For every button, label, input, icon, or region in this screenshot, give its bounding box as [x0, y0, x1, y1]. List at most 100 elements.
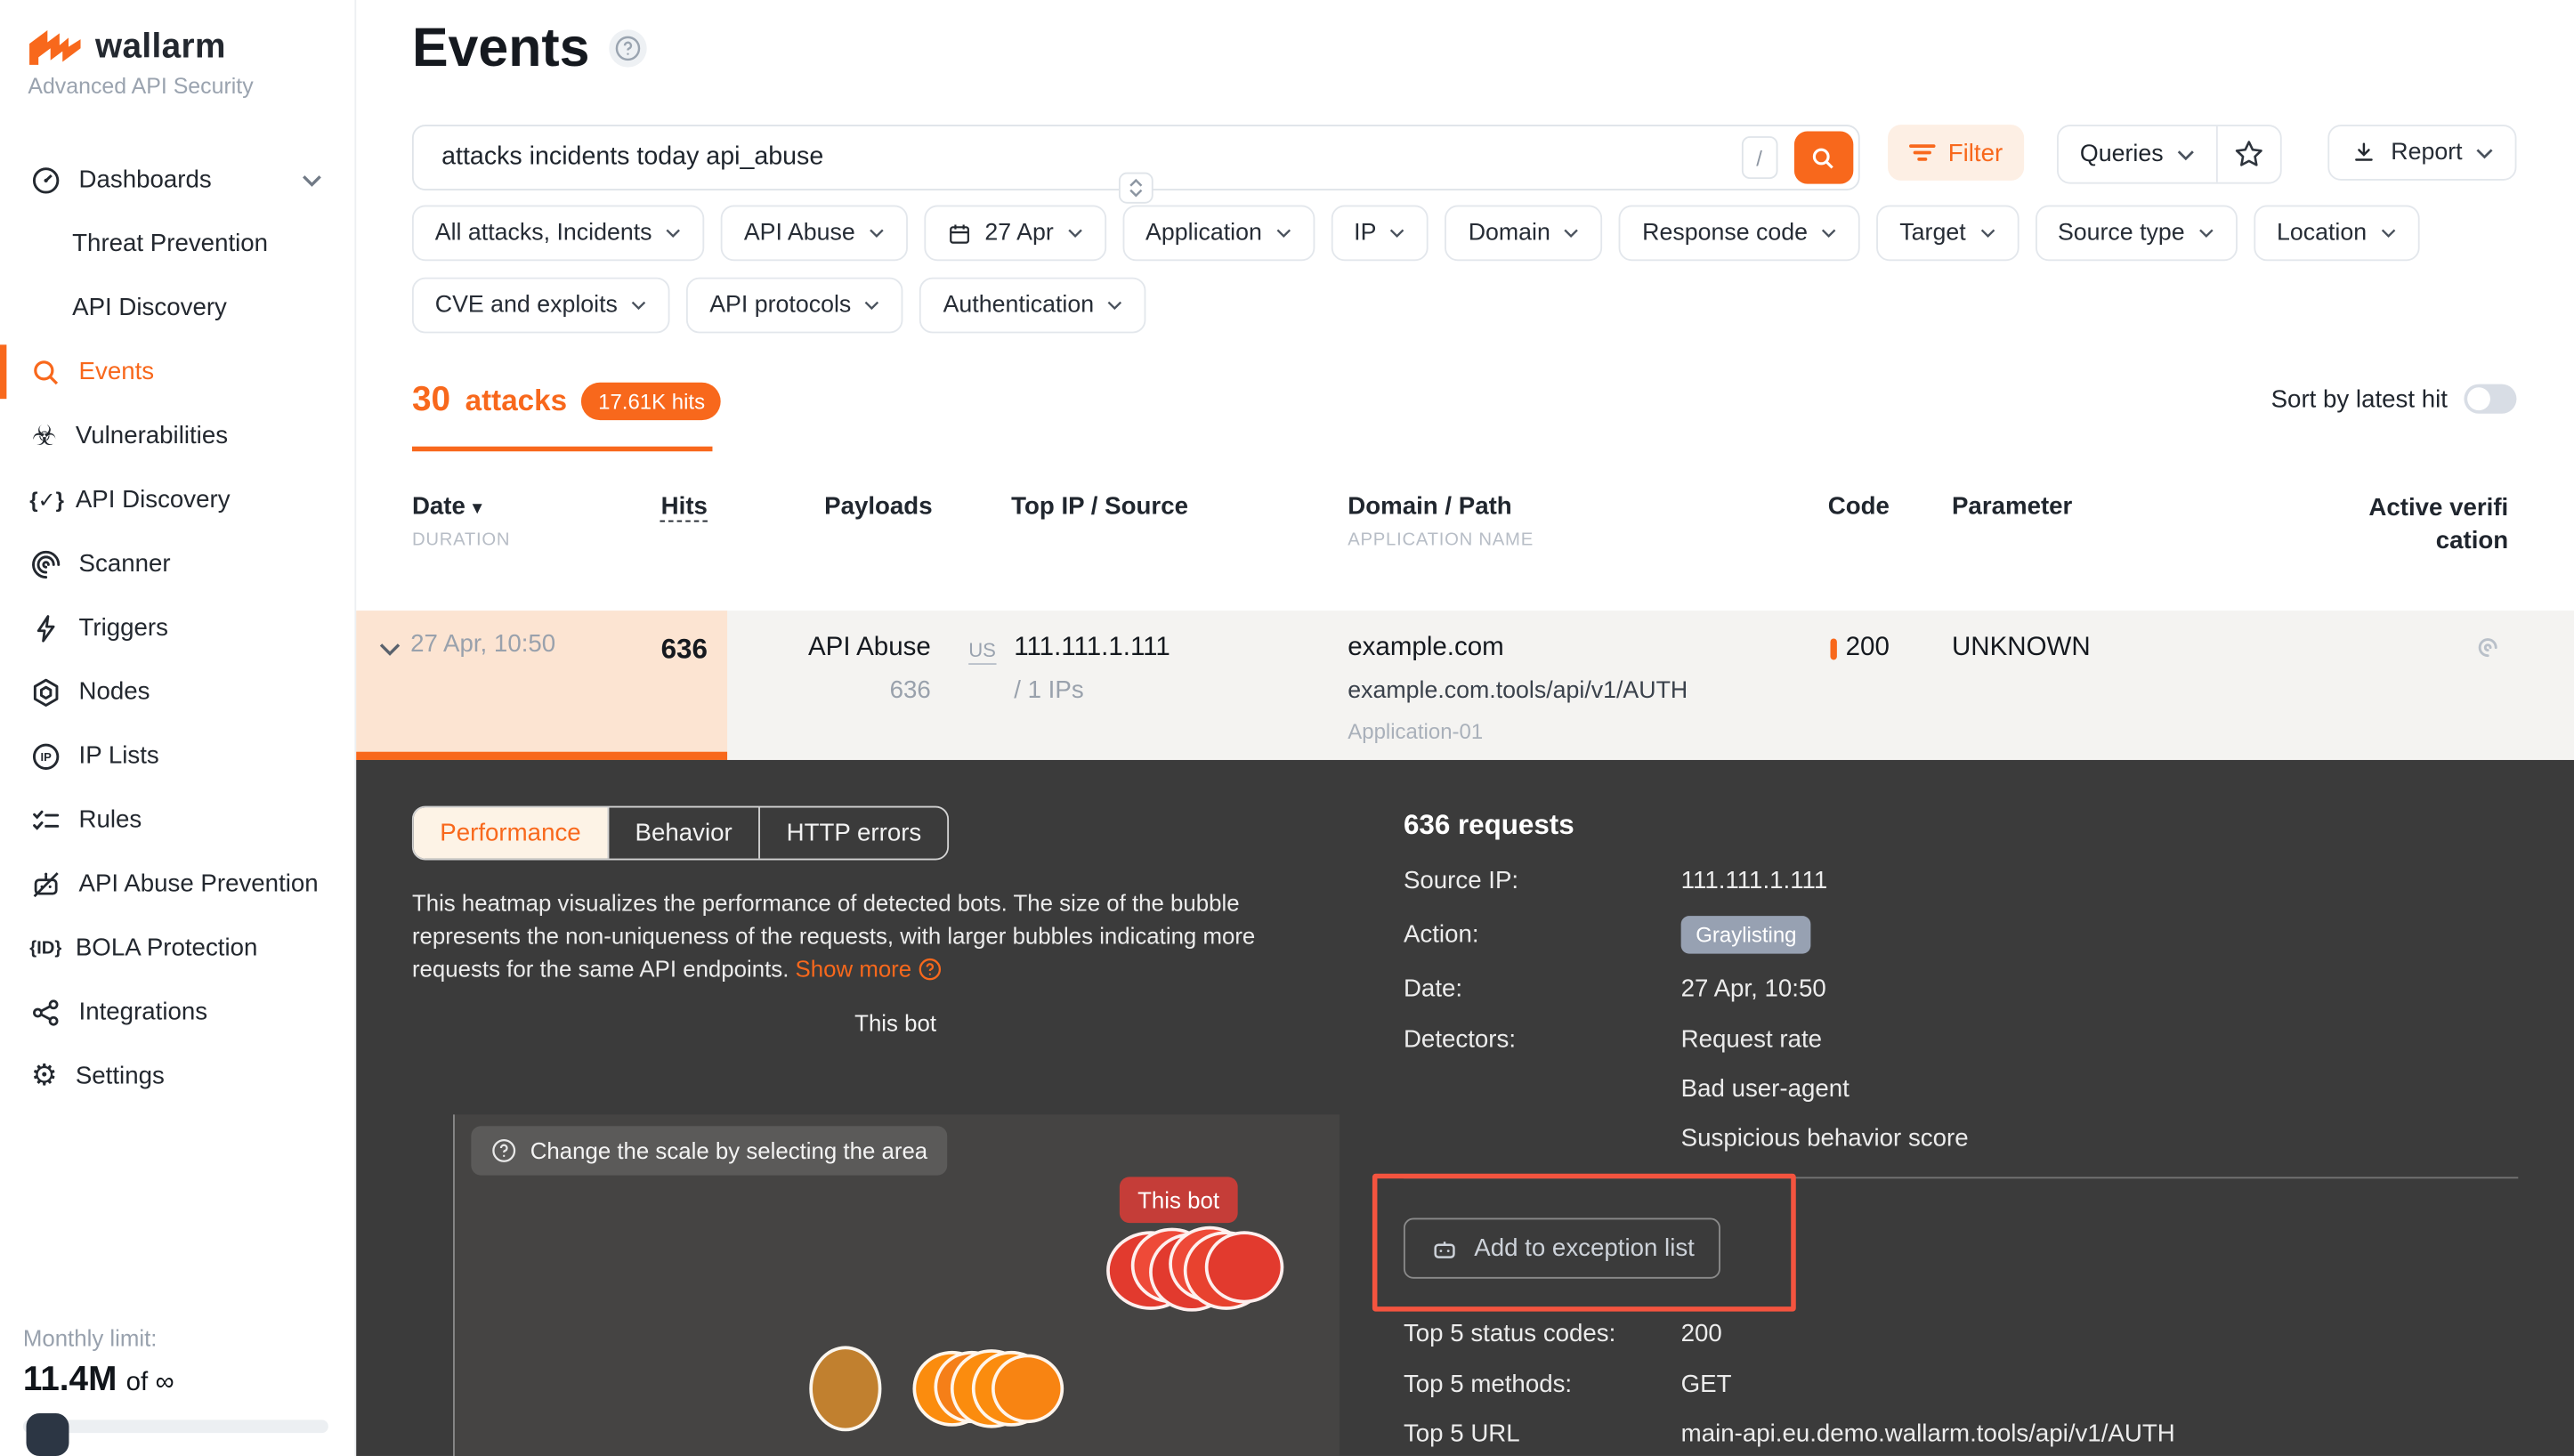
row-ip-sub: / 1 IPs [1014, 676, 1170, 704]
row-path[interactable]: example.com.tools/api/v1/AUTH [1348, 678, 1797, 705]
chip-authentication[interactable]: Authentication [920, 278, 1146, 334]
sidebar-item-rules[interactable]: Rules [0, 788, 354, 852]
sidebar-item-bola-protection[interactable]: {ID} BOLA Protection [0, 916, 354, 980]
row-domain[interactable]: example.com [1348, 634, 1797, 663]
sidebar-item-label: BOLA Protection [76, 934, 258, 961]
chip-cve[interactable]: CVE and exploits [412, 278, 670, 334]
chip-target[interactable]: Target [1876, 206, 2018, 262]
column-header-date[interactable]: Date ▾ [412, 492, 510, 520]
row-active-verification-cell[interactable] [2364, 611, 2508, 760]
queries-button[interactable]: Queries [2059, 126, 2216, 182]
tab-performance[interactable]: Performance [414, 807, 609, 858]
calendar-icon [947, 221, 972, 246]
add-to-exception-list-label: Add to exception list [1474, 1234, 1695, 1262]
sidebar-item-ip-lists[interactable]: IP IP Lists [0, 724, 354, 788]
search-input[interactable] [438, 142, 1724, 174]
row-code-cell: 200 [1798, 611, 1913, 760]
attacks-word: attacks [465, 384, 567, 418]
chip-response-code[interactable]: Response code [1619, 206, 1860, 262]
heatmap[interactable]: Change the scale by selecting the area T… [453, 1114, 1340, 1456]
help-icon[interactable] [919, 957, 943, 982]
brand-logo[interactable]: wallarm [28, 27, 354, 68]
report-button[interactable]: Report [2328, 125, 2516, 181]
chevron-down-icon [665, 228, 681, 238]
sidebar-item-label: Rules [79, 806, 142, 834]
filter-button[interactable]: Filter [1888, 125, 2025, 181]
search-box: / [412, 125, 1859, 190]
column-subheader-duration: DURATION [412, 530, 510, 550]
chip-source-type[interactable]: Source type [2035, 206, 2238, 262]
chip-label: 27 Apr [984, 220, 1053, 247]
stat-row: Top 5 status codes: 200 [1404, 1320, 2518, 1347]
sidebar-item-label: Triggers [79, 614, 168, 642]
tab-http-errors[interactable]: HTTP errors [760, 807, 948, 858]
chip-label: CVE and exploits [435, 292, 618, 319]
event-detail-panel: Performance Behavior HTTP errors This he… [356, 760, 2574, 1456]
filter-icon [1908, 142, 1935, 162]
heatmap-bubble[interactable] [1205, 1231, 1284, 1303]
sidebar-item-threat-prevention[interactable]: Threat Prevention [0, 212, 354, 276]
column-header-parameter: Parameter [1913, 492, 2364, 556]
chip-api-abuse[interactable]: API Abuse [721, 206, 908, 262]
avatar[interactable] [27, 1413, 69, 1456]
sidebar-item-api-discovery[interactable]: {✓} API Discovery [0, 468, 354, 532]
favorite-star-button[interactable] [2216, 126, 2281, 182]
sidebar-item-integrations[interactable]: Integrations [0, 980, 354, 1044]
column-header-hits[interactable]: Hits [661, 492, 708, 556]
heatmap-tooltip-text: Change the scale by selecting the area [530, 1137, 927, 1164]
sidebar-item-settings[interactable]: ⚙ Settings [0, 1044, 354, 1108]
page-title-row: Events [412, 16, 647, 78]
search-button[interactable] [1793, 132, 1852, 184]
add-to-exception-list-button[interactable]: Add to exception list [1404, 1218, 1720, 1279]
payload-type[interactable]: API Abuse [727, 634, 931, 663]
detectors-row: Detectors: Request rate [1404, 1026, 2518, 1054]
sidebar-item-api-discovery-dash[interactable]: API Discovery [0, 276, 354, 340]
table-row[interactable]: 27 Apr, 10:50 636 API Abuse 636 US 111.1… [356, 611, 2574, 760]
chip-label: Application [1145, 220, 1262, 247]
sidebar-item-vulnerabilities[interactable]: ☣ Vulnerabilities [0, 404, 354, 468]
sidebar-item-nodes[interactable]: Nodes [0, 659, 354, 724]
chip-api-protocols[interactable]: API protocols [686, 278, 903, 334]
date-value: 27 Apr, 10:50 [1681, 975, 1826, 1003]
help-icon[interactable] [610, 28, 647, 66]
sort-toggle[interactable] [2464, 384, 2516, 414]
chip-date[interactable]: 27 Apr [924, 206, 1106, 262]
sidebar-item-events[interactable]: Events [0, 340, 354, 404]
chip-domain[interactable]: Domain [1445, 206, 1603, 262]
chip-attack-type[interactable]: All attacks, Incidents [412, 206, 705, 262]
stat-row: Top 5 methods: GET [1404, 1371, 2518, 1398]
tab-behavior[interactable]: Behavior [609, 807, 760, 858]
chip-label: Location [2277, 220, 2367, 247]
show-more-link[interactable]: Show more [796, 955, 912, 982]
chip-application[interactable]: Application [1122, 206, 1315, 262]
date-row: Date: 27 Apr, 10:50 [1404, 975, 2518, 1003]
brand-subtitle: Advanced API Security [28, 74, 354, 99]
sidebar-item-label: IP Lists [79, 742, 159, 770]
sidebar-item-dashboards[interactable]: Dashboards [0, 148, 354, 212]
active-verification-icon [2471, 630, 2505, 665]
detail-right: 636 requests Source IP: 111.111.1.111 Ac… [1404, 806, 2518, 1456]
monthly-limit-value: 11.4M of ∞ [23, 1361, 335, 1400]
sidebar-item-api-abuse-prevention[interactable]: API Abuse Prevention [0, 852, 354, 916]
queries-label: Queries [2080, 142, 2164, 168]
heatmap-bubble[interactable] [992, 1355, 1064, 1423]
chip-location[interactable]: Location [2254, 206, 2419, 262]
chevron-down-icon [864, 301, 880, 311]
source-ip-value: 111.111.1.111 [1681, 867, 1828, 894]
divider [1404, 1177, 2518, 1178]
row-date-cell[interactable]: 27 Apr, 10:50 636 [356, 611, 727, 760]
row-ip[interactable]: 111.111.1.111 [1014, 634, 1170, 663]
sidebar-item-triggers[interactable]: Triggers [0, 596, 354, 660]
detector-item: Bad user-agent [1681, 1075, 1850, 1103]
action-row: Action: Graylisting [1404, 916, 2518, 953]
search-expand-handle[interactable] [1119, 173, 1153, 204]
chip-ip[interactable]: IP [1331, 206, 1429, 262]
action-label: Action: [1404, 921, 1681, 949]
sidebar-item-scanner[interactable]: Scanner [0, 532, 354, 596]
sidebar: wallarm Advanced API Security Dashboards… [0, 0, 356, 1456]
dashboards-icon [29, 164, 62, 197]
scanner-icon [29, 547, 62, 580]
heatmap-bubble[interactable] [809, 1346, 881, 1431]
robot-icon [1429, 1234, 1459, 1263]
chip-label: All attacks, Incidents [435, 220, 652, 247]
